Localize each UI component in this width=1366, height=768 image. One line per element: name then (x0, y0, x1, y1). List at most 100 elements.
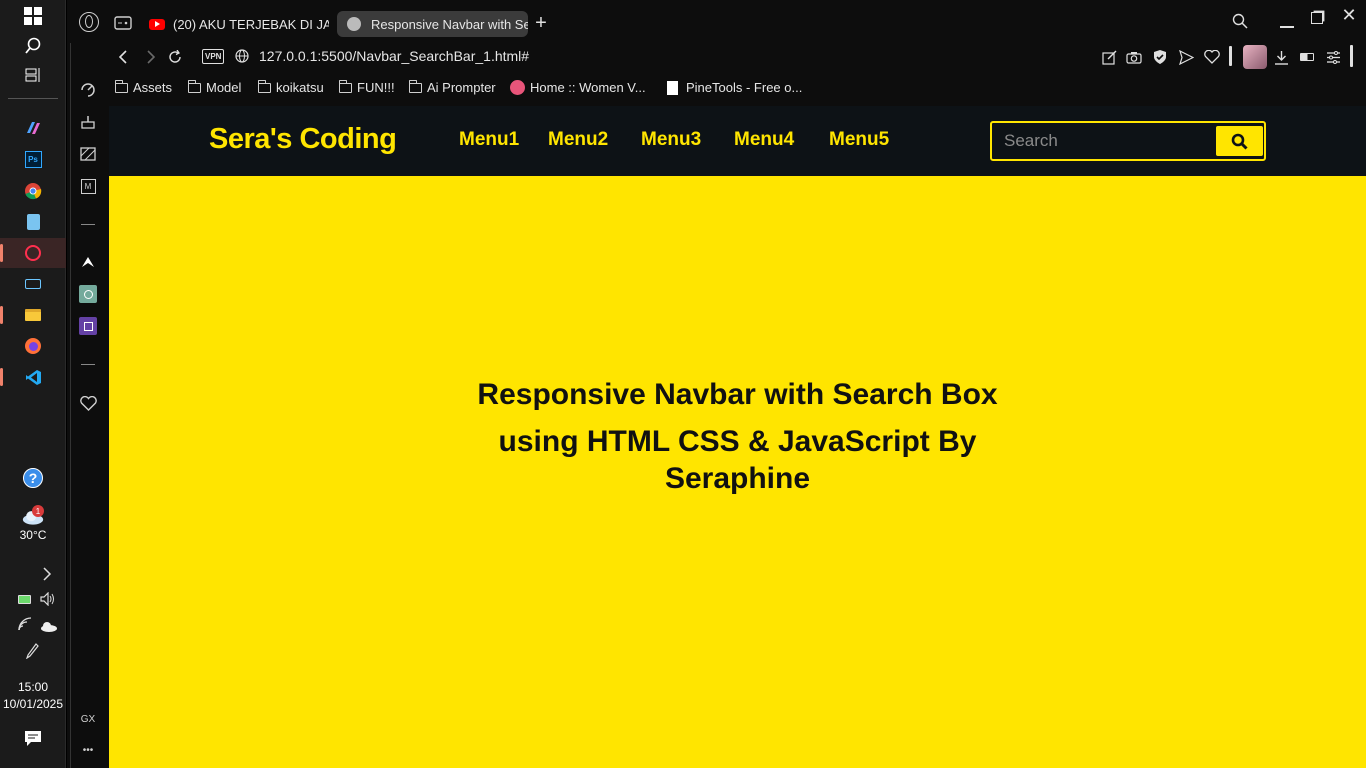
nav-menu5[interactable]: Menu5 (829, 129, 889, 151)
firefox-icon[interactable] (22, 335, 44, 357)
bookmark-ai-prompter[interactable]: Ai Prompter (408, 79, 496, 95)
aria-ai-icon[interactable] (77, 251, 99, 273)
opera-menu-icon[interactable] (79, 12, 99, 32)
taskbar-divider (8, 98, 58, 99)
search-tabs-icon[interactable] (1230, 11, 1250, 31)
hero-line-3: Seraphine (664, 462, 811, 495)
task-view-icon[interactable] (22, 64, 44, 86)
hero-heading: Responsive Navbar with Search Box using … (109, 376, 1366, 497)
weather-badge: 1 (32, 505, 44, 517)
camera-icon[interactable] (1124, 47, 1144, 67)
more-icon[interactable]: ••• (67, 745, 109, 756)
nav-menu1[interactable]: Menu1 (459, 129, 519, 151)
gx-label[interactable]: GX (67, 714, 109, 725)
opera-gx-sidebar: M GX ••• (67, 0, 109, 768)
bookmark-assets[interactable]: Assets (114, 79, 172, 95)
bookmark-label: Home :: Women V... (530, 80, 646, 95)
folder-icon (338, 79, 352, 93)
gx-wallpaper-icon[interactable] (77, 143, 99, 165)
vscode-icon[interactable] (22, 366, 44, 388)
bookmark-label: FUN!!! (357, 80, 395, 95)
back-button[interactable] (113, 47, 133, 67)
folder-icon (187, 79, 201, 93)
site-brand-logo[interactable]: Sera's Coding (209, 123, 397, 156)
download-icon[interactable] (1271, 47, 1291, 67)
clock-time[interactable]: 15:00 (0, 680, 66, 694)
bookmark-home-women[interactable]: Home :: Women V... (510, 80, 646, 95)
bookmark-label: Ai Prompter (427, 80, 496, 95)
close-button[interactable]: ✕ (1339, 5, 1359, 25)
reload-button[interactable] (165, 47, 185, 67)
bookmarks-bar: Assets Model koikatsu FUN!!! Ai Prompter… (109, 71, 1366, 106)
volume-icon[interactable] (40, 591, 56, 611)
forward-button[interactable] (140, 47, 160, 67)
adblock-shield-icon[interactable] (1150, 47, 1170, 67)
favorite-heart-icon[interactable] (1202, 47, 1222, 67)
easy-setup-icon[interactable] (1323, 47, 1343, 67)
gx-control-icon[interactable] (77, 79, 99, 101)
folder-icon (408, 79, 422, 93)
notification-icon[interactable] (24, 730, 42, 752)
onedrive-cloud-icon[interactable] (40, 619, 57, 637)
gaming-controller-icon[interactable] (114, 16, 132, 35)
gx-cleaner-icon[interactable] (77, 111, 99, 133)
vpn-badge[interactable]: VPN (202, 49, 225, 64)
copilot-icon[interactable] (22, 117, 44, 139)
bookmark-koikatsu[interactable]: koikatsu (257, 79, 324, 95)
toolbar-divider (1350, 45, 1353, 67)
tab-title: Responsive Navbar with Se (371, 16, 528, 32)
running-indicator (0, 368, 3, 386)
bookmark-fun[interactable]: FUN!!! (338, 79, 395, 95)
chrome-icon[interactable] (22, 180, 44, 202)
bookmark-label: PineTools - Free o... (686, 80, 803, 95)
url-text[interactable]: 127.0.0.1:5500/Navbar_SearchBar_1.html# (259, 48, 529, 64)
minimize-button[interactable] (1277, 12, 1297, 32)
tab-youtube[interactable]: (20) AKU TERJEBAK DI JA (139, 11, 329, 37)
weather-temp[interactable]: 30°C (0, 528, 66, 542)
search-icon[interactable] (22, 34, 44, 56)
maximize-button[interactable] (1307, 8, 1327, 28)
folder-icon (114, 79, 128, 93)
new-tab-button[interactable]: + (531, 12, 551, 34)
notepad-icon[interactable] (22, 211, 44, 233)
chatgpt-icon[interactable] (77, 283, 99, 305)
site-favicon-icon (510, 80, 525, 95)
wifi-icon[interactable] (18, 617, 32, 636)
search-input[interactable] (992, 123, 1214, 159)
photoshop-icon[interactable]: Ps (22, 148, 44, 170)
running-indicator (0, 306, 3, 324)
active-indicator (0, 244, 3, 262)
search-button[interactable] (1216, 126, 1263, 156)
battery-saver-icon[interactable] (1297, 47, 1317, 67)
bookmark-label: Model (206, 80, 242, 95)
snapshot-edit-icon[interactable] (1099, 47, 1119, 67)
file-explorer-icon[interactable] (22, 304, 44, 326)
nav-menu2[interactable]: Menu2 (548, 129, 608, 151)
bookmark-model[interactable]: Model (187, 79, 242, 95)
pen-icon[interactable] (25, 643, 39, 664)
nav-menu4[interactable]: Menu4 (734, 129, 794, 151)
tabbar-left-zone (67, 0, 109, 43)
twitch-icon[interactable] (77, 315, 99, 337)
battery-icon[interactable] (18, 595, 31, 604)
tab-active[interactable]: Responsive Navbar with Se (337, 11, 528, 37)
search-icon (1231, 133, 1248, 150)
heart-icon[interactable] (77, 392, 99, 414)
windows-start-icon[interactable] (22, 5, 44, 27)
keyboard-icon[interactable] (22, 273, 44, 295)
nav-menu3[interactable]: Menu3 (641, 129, 701, 151)
opera-gx-icon[interactable] (22, 242, 44, 264)
hero-line-1: Responsive Navbar with Search Box (477, 378, 998, 411)
youtube-icon (149, 18, 165, 30)
help-icon[interactable]: ? (22, 467, 44, 489)
site-info-globe-icon[interactable] (235, 49, 249, 68)
gx-mod-icon[interactable]: M (77, 175, 99, 197)
chevron-right-icon[interactable] (42, 567, 52, 584)
globe-icon (347, 17, 361, 31)
document-icon (667, 80, 678, 95)
clock-date[interactable]: 10/01/2025 (0, 697, 66, 711)
send-icon[interactable] (1176, 47, 1196, 67)
profile-avatar[interactable] (1243, 45, 1267, 69)
site-navbar: Sera's Coding Menu1 Menu2 Menu3 Menu4 Me… (109, 106, 1366, 176)
bookmark-pinetools[interactable]: PineTools - Free o... (667, 80, 802, 95)
